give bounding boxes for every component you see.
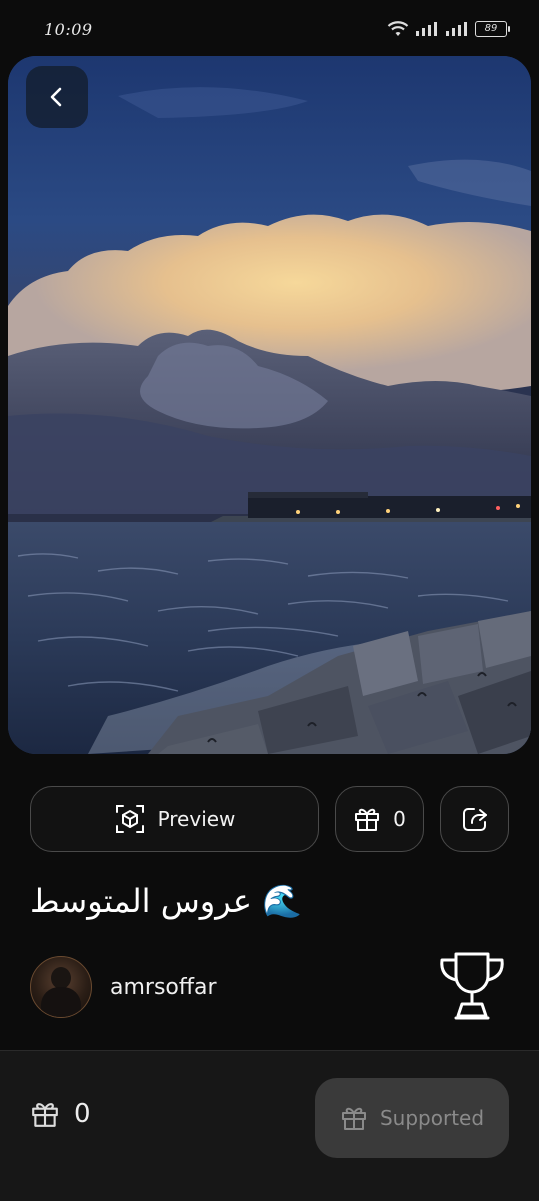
bottom-bar: 0 Supported bbox=[0, 1050, 539, 1201]
action-row: Preview 0 bbox=[30, 786, 509, 854]
preview-button[interactable]: Preview bbox=[30, 786, 319, 852]
ar-cube-icon bbox=[115, 805, 144, 833]
back-arrow-icon bbox=[50, 87, 62, 107]
avatar[interactable] bbox=[30, 956, 92, 1018]
post-image[interactable] bbox=[8, 56, 531, 754]
wave-emoji: 🌊 bbox=[261, 882, 302, 920]
gift-icon bbox=[32, 1103, 58, 1127]
seascape-photo bbox=[8, 56, 531, 754]
back-button[interactable] bbox=[26, 66, 88, 128]
share-icon bbox=[462, 808, 487, 831]
wifi-icon bbox=[387, 21, 409, 36]
gift-total-count: 0 bbox=[74, 1099, 91, 1129]
gift-total: 0 bbox=[30, 1099, 91, 1129]
trophy-icon[interactable] bbox=[434, 948, 510, 1024]
signal-icon bbox=[446, 22, 467, 36]
share-button[interactable] bbox=[440, 786, 509, 852]
gift-button[interactable]: 0 bbox=[335, 786, 424, 852]
battery-icon: 89 bbox=[475, 21, 510, 37]
gift-count: 0 bbox=[393, 807, 406, 831]
post-title: عروس المتوسط 🌊 bbox=[30, 876, 509, 926]
gift-icon bbox=[341, 1107, 366, 1130]
status-time: 10:09 bbox=[44, 20, 93, 39]
status-bar: 10:09 89 bbox=[0, 0, 539, 56]
creator-username[interactable]: amrsoffar bbox=[110, 975, 217, 1000]
status-icons: 89 bbox=[387, 20, 510, 38]
supported-button[interactable]: Supported bbox=[315, 1078, 509, 1158]
signal-icon bbox=[416, 22, 437, 36]
preview-label: Preview bbox=[157, 807, 236, 831]
gift-icon bbox=[355, 808, 380, 831]
supported-label: Supported bbox=[379, 1106, 485, 1130]
creator-row[interactable]: amrsoffar bbox=[30, 956, 217, 1018]
post-title-text: عروس المتوسط bbox=[30, 882, 252, 920]
